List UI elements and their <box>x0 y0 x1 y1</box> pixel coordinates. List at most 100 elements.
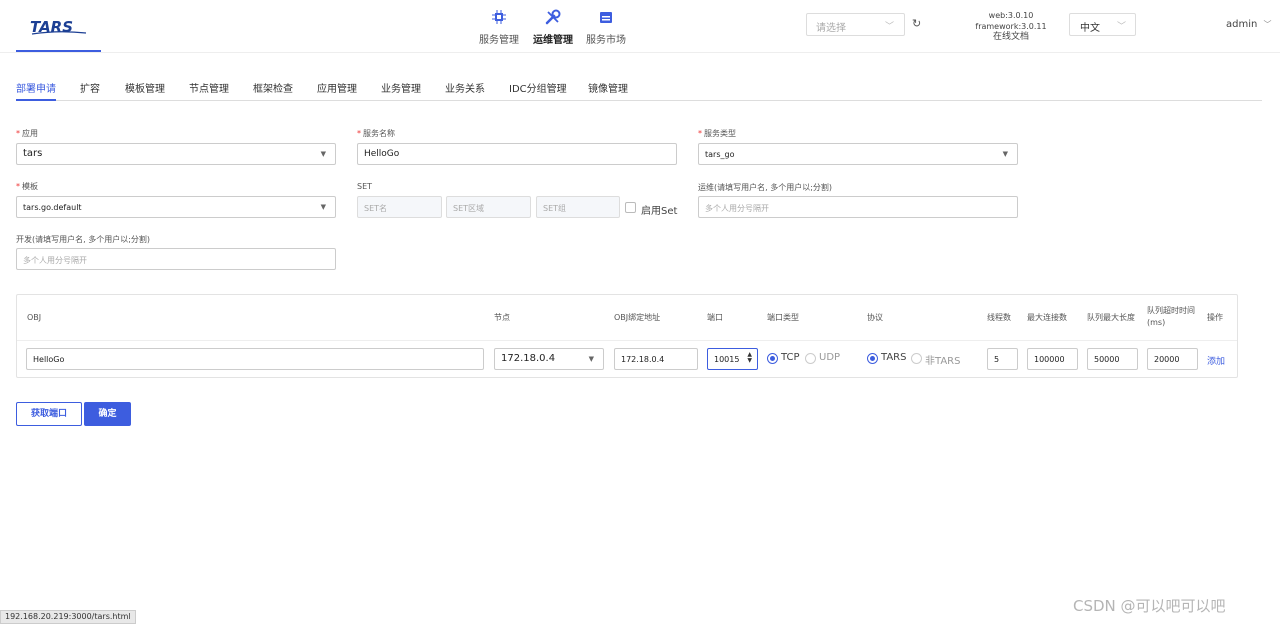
tars-logo-mark: TARS <box>30 18 87 36</box>
nav-label: 服务管理 <box>479 35 519 46</box>
set-group-input[interactable]: SET组 <box>536 196 620 218</box>
template-value: tars.go.default <box>23 203 82 212</box>
tab-image[interactable]: 镜像管理 <box>588 80 628 95</box>
threads-input[interactable]: 5 <box>987 348 1018 370</box>
tab-node[interactable]: 节点管理 <box>189 80 229 95</box>
ops-label: 运维(请填写用户名, 多个用户以;分割) <box>698 183 833 192</box>
tab-business-relation[interactable]: 业务关系 <box>445 80 485 95</box>
queue-len-input[interactable]: 50000 <box>1087 348 1138 370</box>
udp-radio[interactable] <box>805 353 816 364</box>
enable-set-checkbox[interactable] <box>625 202 636 213</box>
caret-down-icon: ▼ <box>320 203 326 211</box>
language-value: 中文 <box>1080 23 1100 34</box>
app-value: tars <box>23 148 43 159</box>
tab-deploy[interactable]: 部署申请 <box>16 80 56 101</box>
language-select[interactable]: 中文 ﹀ <box>1069 13 1136 36</box>
user-menu[interactable]: admin ﹀ <box>1226 19 1272 30</box>
template-select[interactable]: tars.go.default ▼ <box>16 196 336 218</box>
th-obj: OBJ <box>27 313 42 322</box>
node-select[interactable]: 172.18.0.4 ▼ <box>494 348 604 370</box>
enable-set-label: 启用Set <box>641 206 678 217</box>
web-version: web:3.0.10 <box>988 11 1034 20</box>
server-type-select[interactable]: tars_go ▼ <box>698 143 1018 165</box>
app-select[interactable]: 请选择 ﹀ <box>806 13 905 36</box>
server-type-value: tars_go <box>705 150 735 159</box>
caret-down-icon: ▼ <box>588 355 594 363</box>
ops-placeholder: 多个人用分号隔开 <box>705 204 769 213</box>
tab-business[interactable]: 业务管理 <box>381 80 421 95</box>
dev-label: 开发(请填写用户名, 多个用户以;分割) <box>16 235 151 244</box>
max-conn-input[interactable]: 100000 <box>1027 348 1078 370</box>
spinner-icon[interactable]: ▲ ▼ <box>747 352 752 364</box>
set-area-placeholder: SET区域 <box>453 204 485 213</box>
obj-value: HelloGo <box>33 355 65 364</box>
get-port-button[interactable]: 获取端口 <box>16 402 82 426</box>
version-info: web:3.0.10 framework:3.0.11 在线文档 <box>970 10 1052 43</box>
select-placeholder: 请选择 <box>816 23 846 34</box>
user-name: admin <box>1226 19 1258 30</box>
tars-logo[interactable]: TARS <box>16 0 101 52</box>
chevron-down-icon: ﹀ <box>1263 20 1272 29</box>
bind-address-input[interactable]: 172.18.0.4 <box>614 348 698 370</box>
th-bind: OBJ绑定地址 <box>614 313 661 322</box>
caret-down-icon: ▼ <box>1002 150 1008 158</box>
server-name-label: * 服务名称 <box>357 129 395 138</box>
bind-value: 172.18.0.4 <box>621 355 665 364</box>
tab-expand[interactable]: 扩容 <box>80 80 100 95</box>
framework-version: framework:3.0.11 <box>975 22 1047 31</box>
th-max-conn: 最大连接数 <box>1027 313 1067 322</box>
server-name-input[interactable]: HelloGo <box>357 143 677 165</box>
market-icon <box>581 8 631 26</box>
th-port-type: 端口类型 <box>767 313 799 322</box>
docs-link[interactable]: 在线文档 <box>970 32 1052 43</box>
th-port: 端口 <box>707 313 723 322</box>
server-name-value: HelloGo <box>364 149 400 159</box>
threads-value: 5 <box>994 355 1000 364</box>
tcp-label: TCP <box>781 352 800 363</box>
app-label: * 应用 <box>16 129 38 138</box>
row-divider <box>17 340 1237 341</box>
chevron-down-icon: ﹀ <box>1116 22 1126 32</box>
status-bar-url: 192.168.20.219:3000/tars.html <box>0 610 136 624</box>
nav-service-manage[interactable]: 服务管理 <box>474 8 524 46</box>
tcp-radio[interactable] <box>767 353 778 364</box>
confirm-button[interactable]: 确定 <box>84 402 131 426</box>
th-queue-timeout-label: 队列超时时间 <box>1147 306 1195 315</box>
set-area-input[interactable]: SET区域 <box>446 196 531 218</box>
template-label: * 模板 <box>16 182 38 191</box>
refresh-icon[interactable]: ↻ <box>912 17 921 30</box>
nav-label: 服务市场 <box>586 35 626 46</box>
nav-market[interactable]: 服务市场 <box>581 8 631 46</box>
set-name-input[interactable]: SET名 <box>357 196 442 218</box>
tab-framework-check[interactable]: 框架检查 <box>253 80 293 95</box>
non-tars-protocol-radio[interactable] <box>911 353 922 364</box>
obj-input[interactable]: HelloGo <box>26 348 484 370</box>
th-node: 节点 <box>494 313 510 322</box>
tools-icon <box>528 8 578 26</box>
max-conn-value: 100000 <box>1034 355 1065 364</box>
ops-input[interactable]: 多个人用分号隔开 <box>698 196 1018 218</box>
nav-ops-manage[interactable]: 运维管理 <box>528 8 578 46</box>
dev-placeholder: 多个人用分号隔开 <box>23 256 87 265</box>
chip-icon <box>474 8 524 26</box>
th-queue-timeout: 队列超时时间 (ms) <box>1147 305 1195 329</box>
udp-label: UDP <box>819 352 841 363</box>
queue-timeout-input[interactable]: 20000 <box>1147 348 1198 370</box>
tars-protocol-radio[interactable] <box>867 353 878 364</box>
tab-template[interactable]: 模板管理 <box>125 80 165 95</box>
add-row-link[interactable]: 添加 <box>1207 354 1225 367</box>
set-group-placeholder: SET组 <box>543 204 567 213</box>
caret-down-icon: ▼ <box>320 150 326 158</box>
th-threads: 线程数 <box>987 313 1011 322</box>
queue-len-value: 50000 <box>1094 355 1120 364</box>
queue-timeout-value: 20000 <box>1154 355 1180 364</box>
tab-app[interactable]: 应用管理 <box>317 80 357 95</box>
th-queue-len: 队列最大长度 <box>1087 313 1135 322</box>
dev-input[interactable]: 多个人用分号隔开 <box>16 248 336 270</box>
tars-protocol-label: TARS <box>881 352 907 363</box>
app-select[interactable]: tars ▼ <box>16 143 336 165</box>
port-input[interactable]: 10015 ▲ ▼ <box>707 348 758 370</box>
th-protocol: 协议 <box>867 313 883 322</box>
nav-label: 运维管理 <box>533 35 573 46</box>
tab-idc[interactable]: IDC分组管理 <box>509 80 567 95</box>
